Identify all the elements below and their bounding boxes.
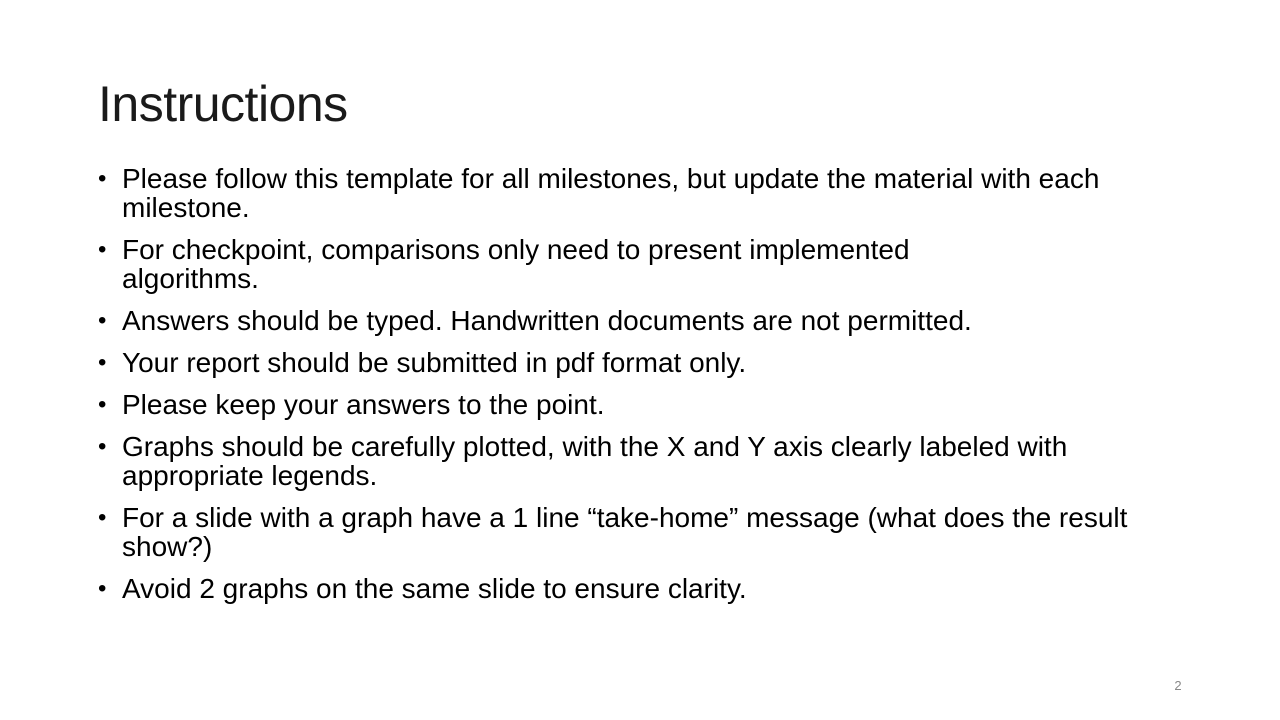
slide-title: Instructions	[98, 76, 348, 132]
bullet-text: For checkpoint, comparisons only need to…	[122, 234, 910, 294]
bullet-icon: •	[98, 504, 107, 531]
bullet-icon: •	[98, 575, 107, 602]
list-item: • Answers should be typed. Handwritten d…	[98, 306, 1188, 335]
instructions-list: • Please follow this template for all mi…	[98, 164, 1188, 616]
list-item: • Graphs should be carefully plotted, wi…	[98, 432, 1188, 490]
page-number: 2	[1174, 678, 1182, 693]
list-item: • For checkpoint, comparisons only need …	[98, 235, 1188, 293]
slide: Instructions • Please follow this templa…	[0, 0, 1280, 720]
list-item: • Your report should be submitted in pdf…	[98, 348, 1188, 377]
bullet-text: Please keep your answers to the point.	[122, 389, 605, 420]
bullet-icon: •	[98, 236, 107, 263]
bullet-text: For a slide with a graph have a 1 line “…	[122, 502, 1128, 562]
bullet-text: Your report should be submitted in pdf f…	[122, 347, 747, 378]
bullet-text: Answers should be typed. Handwritten doc…	[122, 305, 972, 336]
bullet-text: Please follow this template for all mile…	[122, 163, 1100, 223]
bullet-icon: •	[98, 165, 107, 192]
list-item: • Please follow this template for all mi…	[98, 164, 1188, 222]
list-item: • For a slide with a graph have a 1 line…	[98, 503, 1188, 561]
bullet-icon: •	[98, 349, 107, 376]
bullet-text: Avoid 2 graphs on the same slide to ensu…	[122, 573, 747, 604]
list-item: • Avoid 2 graphs on the same slide to en…	[98, 574, 1188, 603]
bullet-icon: •	[98, 307, 107, 334]
bullet-icon: •	[98, 433, 107, 460]
bullet-text: Graphs should be carefully plotted, with…	[122, 431, 1068, 491]
bullet-icon: •	[98, 391, 107, 418]
list-item: • Please keep your answers to the point.	[98, 390, 1188, 419]
